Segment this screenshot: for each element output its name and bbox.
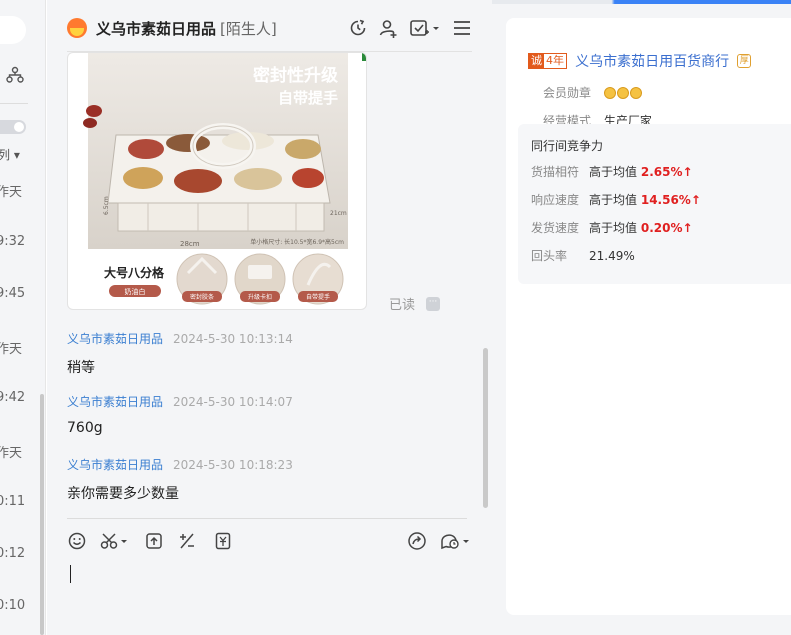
shop-certified-icon[interactable]: 厚 xyxy=(737,54,752,68)
shop-card: 诚 4年 义乌市素茹日用百货商行 厚 会员勋章 经营模式 生产厂家 xyxy=(506,18,791,615)
shop-name-link[interactable]: 义乌市素茹日用百货商行 xyxy=(575,54,729,70)
message-time: 2024-5-30 10:14:07 xyxy=(173,395,293,409)
task-menu-icon[interactable] xyxy=(409,17,441,39)
message-input-area[interactable] xyxy=(67,518,469,635)
metric-value: 14.56% xyxy=(640,193,691,207)
metric-row: 发货速度 高于均值 0.20%↑ xyxy=(531,219,693,236)
more-options-icon[interactable]: ··· xyxy=(426,297,440,311)
caption-title: 大号八分格 xyxy=(104,265,165,280)
metric-value: 2.65% xyxy=(640,165,683,179)
conversation-list-scrollbar[interactable] xyxy=(40,394,44,635)
share-icon[interactable] xyxy=(407,531,427,551)
repeat-rate-value: 21.49% xyxy=(589,249,635,263)
conversation-time[interactable]: 0:11 xyxy=(0,494,25,509)
chat-scrollbar[interactable] xyxy=(483,348,488,508)
years-badge-prefix: 诚 xyxy=(529,54,544,68)
sort-dropdown[interactable]: 列 ▾ xyxy=(0,146,20,163)
price-tag-icon[interactable] xyxy=(213,531,233,551)
quick-calc-icon[interactable] xyxy=(177,531,197,551)
shop-info-panel: 诚 4年 义乌市素茹日用百货商行 厚 会员勋章 经营模式 生产厂家 同行间竞争力 … xyxy=(492,0,791,635)
headline-1: 密封性升级 xyxy=(253,65,338,86)
up-arrow-icon: ↑ xyxy=(682,165,693,179)
message-sender[interactable]: 义乌市素茹日用品 xyxy=(67,458,163,472)
conversation-time[interactable]: 9:42 xyxy=(0,390,25,405)
shop-name-row: 诚 4年 义乌市素茹日用百货商行 厚 xyxy=(528,51,752,71)
conversation-time[interactable]: 9:45 xyxy=(0,286,25,301)
product-image-card[interactable]: 密封性升级 自带提手 28cm 6.5cm 21cm 单小格尺寸: 长10.5*… xyxy=(67,52,367,310)
years-badge-text: 4年 xyxy=(546,54,564,67)
conversation-list: 列 ▾ 作天 9:32 9:45 作天 9:42 作天 0:11 0:12 0:… xyxy=(0,0,46,635)
metric-label: 发货速度 xyxy=(531,221,580,235)
years-badge: 诚 4年 xyxy=(528,53,567,69)
conversation-time[interactable]: 作天 xyxy=(0,181,22,200)
metric-label: 货描相符 xyxy=(531,165,580,179)
repeat-rate-label: 回头率 xyxy=(531,249,568,263)
up-arrow-icon: ↑ xyxy=(682,221,693,235)
emoji-icon[interactable] xyxy=(67,531,87,551)
medal-icons[interactable] xyxy=(603,86,643,100)
chat-header: 义乌市素茹日用品 [陌生人] xyxy=(67,0,472,52)
chat-message: 义乌市素茹日用品 2024-5-30 10:13:14 稍等 xyxy=(67,330,293,377)
message-text: 亲你需要多少数量 xyxy=(67,486,179,502)
metric-value: 0.20% xyxy=(640,221,683,235)
feature-label: 密封胶条 xyxy=(190,293,214,301)
org-chart-icon[interactable] xyxy=(6,66,24,84)
medal-icon xyxy=(629,87,642,99)
dimension-depth: 6.5cm xyxy=(103,196,110,215)
feature-label: 自带提手 xyxy=(306,293,330,301)
metric-prefix: 高于均值 xyxy=(589,221,638,235)
stranger-tag: [陌生人] xyxy=(220,20,277,38)
conversation-time[interactable]: 0:10 xyxy=(0,598,25,613)
peer-title: 同行间竞争力 xyxy=(531,139,604,153)
message-text: 760g xyxy=(67,420,103,436)
member-medal-label: 会员勋章 xyxy=(543,86,592,100)
metric-row: 货描相符 高于均值 2.65%↑ xyxy=(531,163,693,180)
chat-pane: 义乌市素茹日用品 [陌生人] 密封性升级 自带提手 28cm 6.5cm 21c… xyxy=(47,0,492,635)
metric-prefix: 高于均值 xyxy=(589,165,638,179)
metric-prefix: 高于均值 xyxy=(589,193,638,207)
message-time: 2024-5-30 10:18:23 xyxy=(173,458,293,472)
caption-color: 奶油白 xyxy=(125,287,146,296)
shop-avatar[interactable] xyxy=(67,18,87,38)
text-cursor xyxy=(70,565,71,583)
product-image: 密封性升级 自带提手 28cm 6.5cm 21cm 单小格尺寸: 长10.5*… xyxy=(83,53,366,305)
message-sender[interactable]: 义乌市素茹日用品 xyxy=(67,332,163,346)
read-status: 已读 xyxy=(389,298,416,313)
dimension-width: 28cm xyxy=(180,240,200,248)
menu-icon[interactable] xyxy=(451,17,473,39)
medal-icon xyxy=(616,87,629,99)
add-contact-icon[interactable] xyxy=(377,17,399,39)
filter-toggle[interactable] xyxy=(0,120,26,134)
conversation-time[interactable]: 9:32 xyxy=(0,234,25,249)
conversation-time[interactable]: 作天 xyxy=(0,442,22,461)
divider xyxy=(0,103,28,104)
history-icon[interactable] xyxy=(347,17,369,39)
message-sender[interactable]: 义乌市素茹日用品 xyxy=(67,395,163,409)
quick-reply-icon[interactable] xyxy=(439,531,471,551)
peer-competitiveness-box: 同行间竞争力 货描相符 高于均值 2.65%↑ 响应速度 高于均值 14.56%↑ … xyxy=(518,124,791,284)
medal-icon xyxy=(603,87,616,99)
member-medal-row: 会员勋章 xyxy=(543,84,643,101)
conversation-time[interactable]: 作天 xyxy=(0,338,22,357)
chat-title-name: 义乌市素茹日用品 xyxy=(96,20,217,38)
message-area: 密封性升级 自带提手 28cm 6.5cm 21cm 单小格尺寸: 长10.5*… xyxy=(67,52,487,517)
conversation-time[interactable]: 0:12 xyxy=(0,546,25,561)
upload-file-icon[interactable] xyxy=(144,531,164,551)
metric-label: 响应速度 xyxy=(531,193,580,207)
screenshot-icon[interactable] xyxy=(100,531,130,551)
search-input[interactable] xyxy=(0,16,26,44)
panel-tab-indicator xyxy=(492,0,791,4)
chat-title: 义乌市素茹日用品 [陌生人] xyxy=(96,18,277,39)
chat-message: 义乌市素茹日用品 2024-5-30 10:14:07 760g xyxy=(67,393,293,436)
dimension-side: 21cm xyxy=(330,210,347,217)
chat-message: 义乌市素茹日用品 2024-5-30 10:18:23 亲你需要多少数量 xyxy=(67,456,293,503)
message-time: 2024-5-30 10:13:14 xyxy=(173,332,293,346)
metric-row: 响应速度 高于均值 14.56%↑ xyxy=(531,191,701,208)
feature-label: 升级卡扣 xyxy=(248,293,272,301)
message-text: 稍等 xyxy=(67,360,95,376)
up-arrow-icon: ↑ xyxy=(690,193,701,207)
repeat-rate-row: 回头率 21.49% xyxy=(531,247,635,264)
dimension-note: 单小格尺寸: 长10.5*宽6.9*高5cm xyxy=(250,238,344,246)
headline-2: 自带提手 xyxy=(278,89,338,107)
